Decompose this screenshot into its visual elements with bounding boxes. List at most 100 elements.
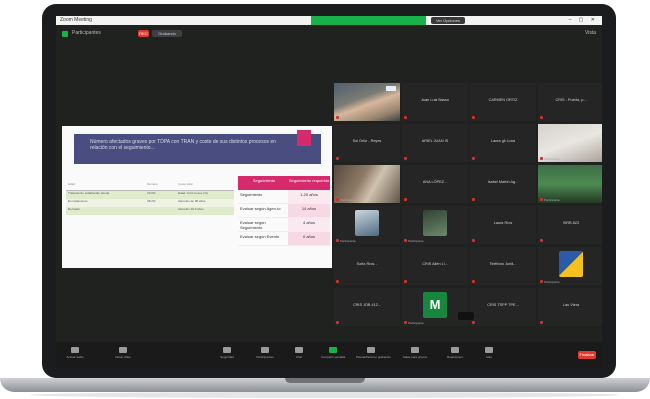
right-table-cell: Evaluar según Evento: [240, 234, 280, 239]
participant-tile[interactable]: Isabel Martín Ag...: [470, 165, 536, 203]
profile-avatar: [423, 210, 447, 236]
participant-caption: Participante: [544, 198, 560, 202]
right-table-cell: Evaluar según Seguimiento: [240, 220, 266, 230]
table-header-cell: Coste total: [178, 182, 193, 186]
participant-tile[interactable]: ISRB 8Z2: [538, 206, 602, 244]
gallery-page-indicator[interactable]: [458, 312, 474, 320]
reactions-icon: [451, 347, 459, 353]
mic-button[interactable]: Activar audio: [60, 347, 90, 359]
participant-tile[interactable]: Participante: [538, 165, 602, 203]
reactions-button[interactable]: Reacciones: [440, 347, 470, 359]
participants-label: Participantes: [72, 30, 101, 36]
participant-tile[interactable]: Laura Ríos: [470, 206, 536, 244]
participant-caption: Participante: [544, 280, 560, 284]
participants-button[interactable]: Participantes: [250, 347, 280, 359]
participant-tile[interactable]: Laura gil Luna: [470, 124, 536, 162]
participant-tile[interactable]: Participante: [538, 247, 602, 285]
participant-name: Juan Luis Basso: [421, 98, 449, 102]
muted-mic-icon: [404, 198, 407, 201]
participant-tile[interactable]: ARIEL JUAN IS: [402, 124, 468, 162]
muted-mic-icon: [336, 321, 339, 324]
chat-icon: [295, 347, 303, 353]
table-cell: 26.2%: [147, 199, 156, 203]
table-header-cell: Edad: [68, 182, 76, 186]
view-options-button[interactable]: Ver Opciones: [431, 17, 465, 24]
right-table-row: Evaluar según Seguimiento 4 años: [238, 218, 330, 232]
participant-tile[interactable]: M Participante: [402, 288, 468, 326]
participant-name: Laura gil Luna: [490, 139, 516, 143]
record-icon: [367, 347, 375, 353]
toolbar-label: Participantes: [256, 355, 274, 359]
participant-caption: Participante: [544, 157, 560, 161]
chat-button[interactable]: Chat: [284, 347, 314, 359]
table-header-cell: Número: [147, 182, 158, 186]
more-button[interactable]: Más: [474, 347, 504, 359]
participant-tile[interactable]: Teléfono Jurid...: [470, 247, 536, 285]
muted-mic-icon: [472, 239, 475, 242]
slide-heading: Número afectados graves por TDPA con TRA…: [90, 139, 276, 151]
view-label[interactable]: Vista: [585, 30, 596, 36]
record-button[interactable]: Pausar/Detener grabación: [356, 347, 392, 359]
shield-button[interactable]: Seguridad: [212, 347, 242, 359]
participant-name: CRIS Allén Li...: [422, 262, 448, 266]
right-header-cell: Seguimiento: [238, 176, 288, 190]
right-header-cell: Seguimiento requerido: [288, 176, 330, 190]
title-bar: Zoom Meeting Ver Opciones – ▢ ✕: [56, 16, 602, 25]
muted-mic-icon: [336, 157, 339, 160]
muted-mic-icon: [472, 157, 475, 160]
screen-share-banner[interactable]: [311, 16, 426, 25]
participant-tile[interactable]: Sofía Ríos...: [334, 247, 400, 285]
muted-mic-icon: [336, 239, 339, 242]
participant-tile[interactable]: Participante: [334, 206, 400, 244]
rec-badge: REC: [138, 30, 149, 37]
participant-tile[interactable]: CRIS JOB 412...: [334, 288, 400, 326]
right-table-header: Seguimiento Seguimiento requerido: [238, 176, 330, 190]
participant-tile[interactable]: CRIS Allén Li...: [402, 247, 468, 285]
participant-tile[interactable]: CRIS - Puerta, p...: [538, 83, 602, 121]
right-table-cell: Seguimiento: [240, 192, 263, 197]
participant-tile[interactable]: Participante: [538, 124, 602, 162]
recording-status[interactable]: Grabando: [152, 30, 182, 37]
participant-name: ARIEL JUAN IS: [421, 139, 449, 143]
participant-tile[interactable]: Participante: [402, 206, 468, 244]
muted-mic-icon: [540, 157, 543, 160]
breakout-button[interactable]: Salas para grupos: [400, 347, 430, 359]
toolbar-label: Pausar/Detener grabación: [356, 355, 392, 359]
window-controls[interactable]: – ▢ ✕: [569, 17, 598, 23]
zoom-window: Zoom Meeting Ver Opciones – ▢ ✕ Particip…: [56, 16, 602, 368]
participant-name: Isabel Martín Ag...: [487, 180, 519, 184]
name-sign: [386, 86, 396, 91]
participant-caption: Participante: [340, 239, 356, 243]
participant-caption: Participante: [340, 198, 356, 202]
slide-left-table: Edad Número Coste total Tratamiento esta…: [66, 182, 234, 215]
participant-tile[interactable]: Lau Viera: [538, 288, 602, 326]
toolbar-label: Chat: [295, 355, 303, 359]
participant-caption: Participante: [340, 116, 356, 120]
participant-name: Laura Ríos: [493, 221, 513, 225]
muted-mic-icon: [472, 198, 475, 201]
participant-tile[interactable]: Juan Luis Basso: [402, 83, 468, 121]
laptop-notch: [285, 378, 365, 383]
participant-name: Sofía Ríos...: [356, 262, 378, 266]
participant-tile[interactable]: CARMEN ORTIZ: [470, 83, 536, 121]
end-meeting-button[interactable]: Finalizar: [578, 351, 596, 359]
participant-name: Teléfono Jurid...: [489, 262, 517, 266]
meeting-info-strip: Participantes REC Grabando Vista: [56, 25, 602, 43]
participant-tile[interactable]: Sol Ortiz - Reyes: [334, 124, 400, 162]
window-title: Zoom Meeting: [60, 17, 92, 23]
table-cell: Atención de 38 años: [178, 199, 206, 203]
video-button[interactable]: Iniciar video: [108, 347, 138, 359]
participant-tile[interactable]: Participante: [334, 83, 400, 121]
participant-tile[interactable]: CRIS TSPP TPE...: [470, 288, 536, 326]
muted-mic-icon: [540, 198, 543, 201]
participant-name: CRIS JOB 412...: [352, 303, 382, 307]
shield-icon[interactable]: [62, 31, 68, 37]
table-row: Tratamiento establecido (Guía) 22.0% Eda…: [66, 191, 234, 199]
muted-mic-icon: [540, 116, 543, 119]
shared-slide: Número afectados graves por TDPA con TRA…: [62, 126, 332, 268]
participant-tile[interactable]: ANA LÓPEZ...: [402, 165, 468, 203]
participant-tile[interactable]: Participante: [334, 165, 400, 203]
table-row: En tratamiento 26.2% Atención de 38 años: [66, 199, 234, 207]
share-screen-button[interactable]: Compartir pantalla: [318, 347, 348, 359]
video-icon: [119, 347, 127, 353]
